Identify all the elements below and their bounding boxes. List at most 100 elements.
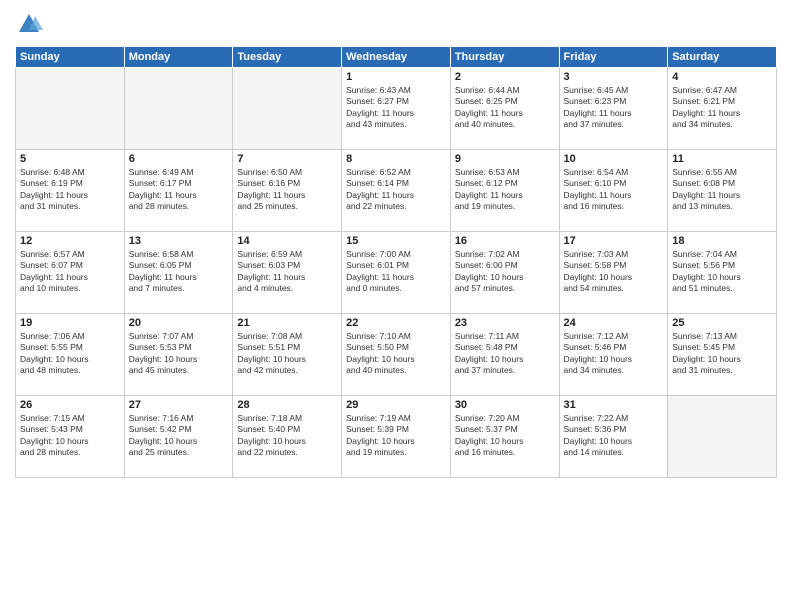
calendar-cell: 14 Sunrise: 6:59 AM Sunset: 6:03 PM Dayli…	[233, 232, 342, 314]
cell-text: Sunrise: 7:19 AM Sunset: 5:39 PM Dayligh…	[346, 413, 446, 459]
cell-text: Sunrise: 6:52 AM Sunset: 6:14 PM Dayligh…	[346, 167, 446, 213]
cell-text: Sunrise: 7:11 AM Sunset: 5:48 PM Dayligh…	[455, 331, 555, 377]
cell-text: Sunrise: 6:53 AM Sunset: 6:12 PM Dayligh…	[455, 167, 555, 213]
day-number: 1	[346, 71, 446, 83]
calendar-cell: 17 Sunrise: 7:03 AM Sunset: 5:58 PM Dayli…	[559, 232, 668, 314]
day-number: 13	[129, 235, 229, 247]
cell-text: Sunrise: 6:57 AM Sunset: 6:07 PM Dayligh…	[20, 249, 120, 295]
day-number: 28	[237, 399, 337, 411]
calendar: SundayMondayTuesdayWednesdayThursdayFrid…	[15, 46, 777, 478]
day-number: 22	[346, 317, 446, 329]
day-number: 18	[672, 235, 772, 247]
calendar-cell: 20 Sunrise: 7:07 AM Sunset: 5:53 PM Dayli…	[124, 314, 233, 396]
calendar-cell: 4 Sunrise: 6:47 AM Sunset: 6:21 PM Daylig…	[668, 68, 777, 150]
day-number: 2	[455, 71, 555, 83]
calendar-cell: 29 Sunrise: 7:19 AM Sunset: 5:39 PM Dayli…	[342, 396, 451, 478]
day-number: 4	[672, 71, 772, 83]
day-number: 21	[237, 317, 337, 329]
cell-text: Sunrise: 7:13 AM Sunset: 5:45 PM Dayligh…	[672, 331, 772, 377]
calendar-cell: 8 Sunrise: 6:52 AM Sunset: 6:14 PM Daylig…	[342, 150, 451, 232]
day-number: 16	[455, 235, 555, 247]
day-number: 12	[20, 235, 120, 247]
cell-text: Sunrise: 7:03 AM Sunset: 5:58 PM Dayligh…	[564, 249, 664, 295]
calendar-cell: 5Sunrise: 6:48 AM Sunset: 6:19 PM Daylig…	[16, 150, 125, 232]
day-number: 30	[455, 399, 555, 411]
weekday-thursday: Thursday	[450, 47, 559, 68]
page: SundayMondayTuesdayWednesdayThursdayFrid…	[0, 0, 792, 612]
calendar-cell: 18 Sunrise: 7:04 AM Sunset: 5:56 PM Dayli…	[668, 232, 777, 314]
cell-text: Sunrise: 6:43 AM Sunset: 6:27 PM Dayligh…	[346, 85, 446, 131]
calendar-cell: 30 Sunrise: 7:20 AM Sunset: 5:37 PM Dayli…	[450, 396, 559, 478]
week-row-4: 26Sunrise: 7:15 AM Sunset: 5:43 PM Dayli…	[16, 396, 777, 478]
day-number: 8	[346, 153, 446, 165]
calendar-cell: 12 Sunrise: 6:57 AM Sunset: 6:07 PM Dayli…	[16, 232, 125, 314]
calendar-cell: 7 Sunrise: 6:50 AM Sunset: 6:16 PM Daylig…	[233, 150, 342, 232]
day-number: 7	[237, 153, 337, 165]
cell-text: Sunrise: 6:59 AM Sunset: 6:03 PM Dayligh…	[237, 249, 337, 295]
weekday-sunday: Sunday	[16, 47, 125, 68]
calendar-cell: 26Sunrise: 7:15 AM Sunset: 5:43 PM Dayli…	[16, 396, 125, 478]
weekday-header-row: SundayMondayTuesdayWednesdayThursdayFrid…	[16, 47, 777, 68]
calendar-cell: 2Sunrise: 6:44 AM Sunset: 6:25 PM Daylig…	[450, 68, 559, 150]
cell-text: Sunrise: 7:20 AM Sunset: 5:37 PM Dayligh…	[455, 413, 555, 459]
week-row-0: 1 Sunrise: 6:43 AM Sunset: 6:27 PM Daylig…	[16, 68, 777, 150]
calendar-cell	[124, 68, 233, 150]
cell-text: Sunrise: 7:07 AM Sunset: 5:53 PM Dayligh…	[129, 331, 229, 377]
day-number: 15	[346, 235, 446, 247]
calendar-cell: 13 Sunrise: 6:58 AM Sunset: 6:05 PM Dayli…	[124, 232, 233, 314]
calendar-cell: 11 Sunrise: 6:55 AM Sunset: 6:08 PM Dayli…	[668, 150, 777, 232]
cell-text: Sunrise: 7:22 AM Sunset: 5:36 PM Dayligh…	[564, 413, 664, 459]
cell-text: Sunrise: 6:55 AM Sunset: 6:08 PM Dayligh…	[672, 167, 772, 213]
day-number: 29	[346, 399, 446, 411]
cell-text: Sunrise: 7:02 AM Sunset: 6:00 PM Dayligh…	[455, 249, 555, 295]
cell-text: Sunrise: 6:48 AM Sunset: 6:19 PM Dayligh…	[20, 167, 120, 213]
week-row-1: 5Sunrise: 6:48 AM Sunset: 6:19 PM Daylig…	[16, 150, 777, 232]
cell-text: Sunrise: 6:58 AM Sunset: 6:05 PM Dayligh…	[129, 249, 229, 295]
weekday-monday: Monday	[124, 47, 233, 68]
logo	[15, 10, 47, 38]
day-number: 23	[455, 317, 555, 329]
day-number: 27	[129, 399, 229, 411]
calendar-cell: 10Sunrise: 6:54 AM Sunset: 6:10 PM Dayli…	[559, 150, 668, 232]
day-number: 14	[237, 235, 337, 247]
calendar-cell	[233, 68, 342, 150]
cell-text: Sunrise: 7:16 AM Sunset: 5:42 PM Dayligh…	[129, 413, 229, 459]
day-number: 24	[564, 317, 664, 329]
day-number: 11	[672, 153, 772, 165]
calendar-cell: 27 Sunrise: 7:16 AM Sunset: 5:42 PM Dayli…	[124, 396, 233, 478]
calendar-cell: 24 Sunrise: 7:12 AM Sunset: 5:46 PM Dayli…	[559, 314, 668, 396]
day-number: 31	[564, 399, 664, 411]
calendar-cell: 28Sunrise: 7:18 AM Sunset: 5:40 PM Dayli…	[233, 396, 342, 478]
calendar-cell: 23 Sunrise: 7:11 AM Sunset: 5:48 PM Dayli…	[450, 314, 559, 396]
cell-text: Sunrise: 7:12 AM Sunset: 5:46 PM Dayligh…	[564, 331, 664, 377]
calendar-cell	[668, 396, 777, 478]
calendar-cell: 16 Sunrise: 7:02 AM Sunset: 6:00 PM Dayli…	[450, 232, 559, 314]
calendar-cell: 6Sunrise: 6:49 AM Sunset: 6:17 PM Daylig…	[124, 150, 233, 232]
cell-text: Sunrise: 7:06 AM Sunset: 5:55 PM Dayligh…	[20, 331, 120, 377]
day-number: 26	[20, 399, 120, 411]
day-number: 20	[129, 317, 229, 329]
calendar-cell	[16, 68, 125, 150]
calendar-cell: 1 Sunrise: 6:43 AM Sunset: 6:27 PM Daylig…	[342, 68, 451, 150]
cell-text: Sunrise: 6:45 AM Sunset: 6:23 PM Dayligh…	[564, 85, 664, 131]
day-number: 17	[564, 235, 664, 247]
week-row-2: 12 Sunrise: 6:57 AM Sunset: 6:07 PM Dayli…	[16, 232, 777, 314]
calendar-cell: 25Sunrise: 7:13 AM Sunset: 5:45 PM Dayli…	[668, 314, 777, 396]
calendar-cell: 9 Sunrise: 6:53 AM Sunset: 6:12 PM Daylig…	[450, 150, 559, 232]
cell-text: Sunrise: 6:50 AM Sunset: 6:16 PM Dayligh…	[237, 167, 337, 213]
weekday-tuesday: Tuesday	[233, 47, 342, 68]
logo-icon	[15, 10, 43, 38]
cell-text: Sunrise: 6:47 AM Sunset: 6:21 PM Dayligh…	[672, 85, 772, 131]
day-number: 3	[564, 71, 664, 83]
day-number: 6	[129, 153, 229, 165]
weekday-wednesday: Wednesday	[342, 47, 451, 68]
calendar-cell: 22Sunrise: 7:10 AM Sunset: 5:50 PM Dayli…	[342, 314, 451, 396]
weekday-saturday: Saturday	[668, 47, 777, 68]
day-number: 9	[455, 153, 555, 165]
calendar-cell: 21 Sunrise: 7:08 AM Sunset: 5:51 PM Dayli…	[233, 314, 342, 396]
cell-text: Sunrise: 7:04 AM Sunset: 5:56 PM Dayligh…	[672, 249, 772, 295]
day-number: 19	[20, 317, 120, 329]
cell-text: Sunrise: 7:00 AM Sunset: 6:01 PM Dayligh…	[346, 249, 446, 295]
weekday-friday: Friday	[559, 47, 668, 68]
cell-text: Sunrise: 7:08 AM Sunset: 5:51 PM Dayligh…	[237, 331, 337, 377]
